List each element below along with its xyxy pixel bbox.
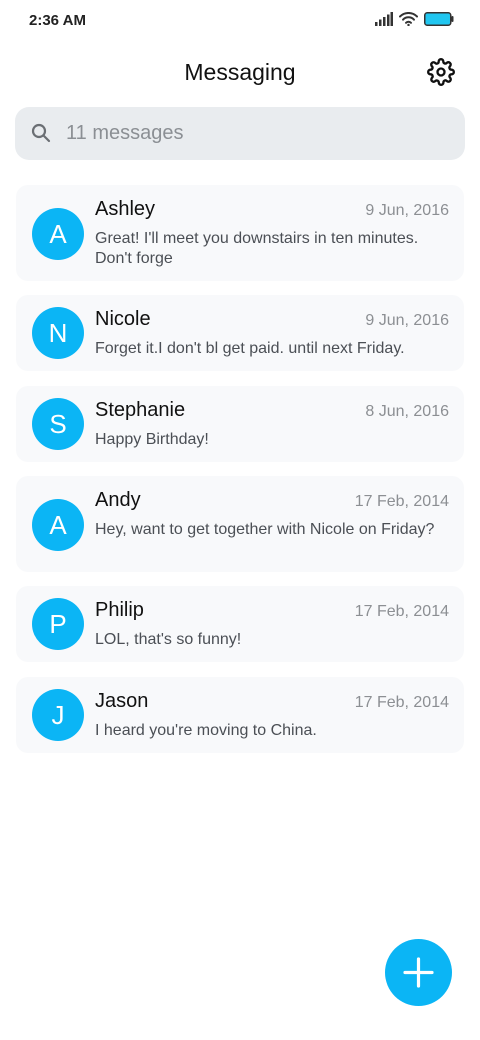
thread-date: 8 Jun, 2016: [365, 403, 449, 420]
thread-preview: Great! I'll meet you downstairs in ten m…: [95, 230, 419, 267]
thread-preview: Forget it.I don't bl get paid. until nex…: [95, 340, 405, 357]
search-input[interactable]: 11 messages: [15, 107, 465, 160]
avatar: A: [32, 499, 84, 551]
message-thread-philip[interactable]: P Philip 17 Feb, 2014 LOL, that's so fun…: [16, 586, 464, 662]
thread-name: Ashley: [95, 198, 156, 220]
thread-name: Jason: [95, 690, 149, 712]
thread-name: Nicole: [95, 308, 151, 330]
avatar: S: [32, 398, 84, 450]
thread-preview: Hey, want to get together with Nicole on…: [95, 521, 435, 538]
thread-date: 9 Jun, 2016: [365, 312, 449, 329]
thread-name: Stephanie: [95, 399, 186, 421]
search-placeholder: 11 messages: [66, 122, 184, 144]
status-bar: 2:36 AM: [0, 0, 480, 44]
avatar: N: [32, 307, 84, 359]
message-thread-andy[interactable]: A Andy 17 Feb, 2014 Hey, want to get tog…: [16, 476, 464, 572]
thread-preview: I heard you're moving to China.: [95, 722, 317, 739]
avatar: J: [32, 689, 84, 741]
thread-date: 17 Feb, 2014: [354, 694, 449, 711]
gear-icon: [427, 58, 455, 90]
thread-preview: Happy Birthday!: [95, 431, 209, 448]
new-message-button[interactable]: [385, 939, 452, 1006]
message-thread-jason[interactable]: J Jason 17 Feb, 2014 I heard you're movi…: [16, 677, 464, 753]
settings-button[interactable]: [427, 58, 455, 86]
signal-icon: [375, 12, 393, 26]
message-thread-nicole[interactable]: N Nicole 9 Jun, 2016 Forget it.I don't b…: [16, 295, 464, 371]
avatar: A: [32, 208, 84, 260]
battery-icon: [424, 12, 454, 26]
thread-date: 17 Feb, 2014: [354, 493, 449, 510]
thread-name: Philip: [95, 599, 144, 621]
avatar: P: [32, 598, 84, 650]
message-thread-ashley[interactable]: A Ashley 9 Jun, 2016 Great! I'll meet yo…: [16, 185, 464, 281]
page-title: Messaging: [184, 59, 296, 85]
message-thread-stephanie[interactable]: S Stephanie 8 Jun, 2016 Happy Birthday!: [16, 386, 464, 462]
thread-date: 17 Feb, 2014: [354, 603, 449, 620]
thread-name: Andy: [95, 489, 141, 511]
thread-preview: LOL, that's so funny!: [95, 631, 242, 648]
status-icons: [375, 12, 454, 26]
thread-date: 9 Jun, 2016: [365, 202, 449, 219]
status-time: 2:36 AM: [29, 12, 86, 29]
header: Messaging: [0, 52, 480, 96]
search-icon: [31, 123, 51, 148]
wifi-icon: [399, 12, 418, 26]
